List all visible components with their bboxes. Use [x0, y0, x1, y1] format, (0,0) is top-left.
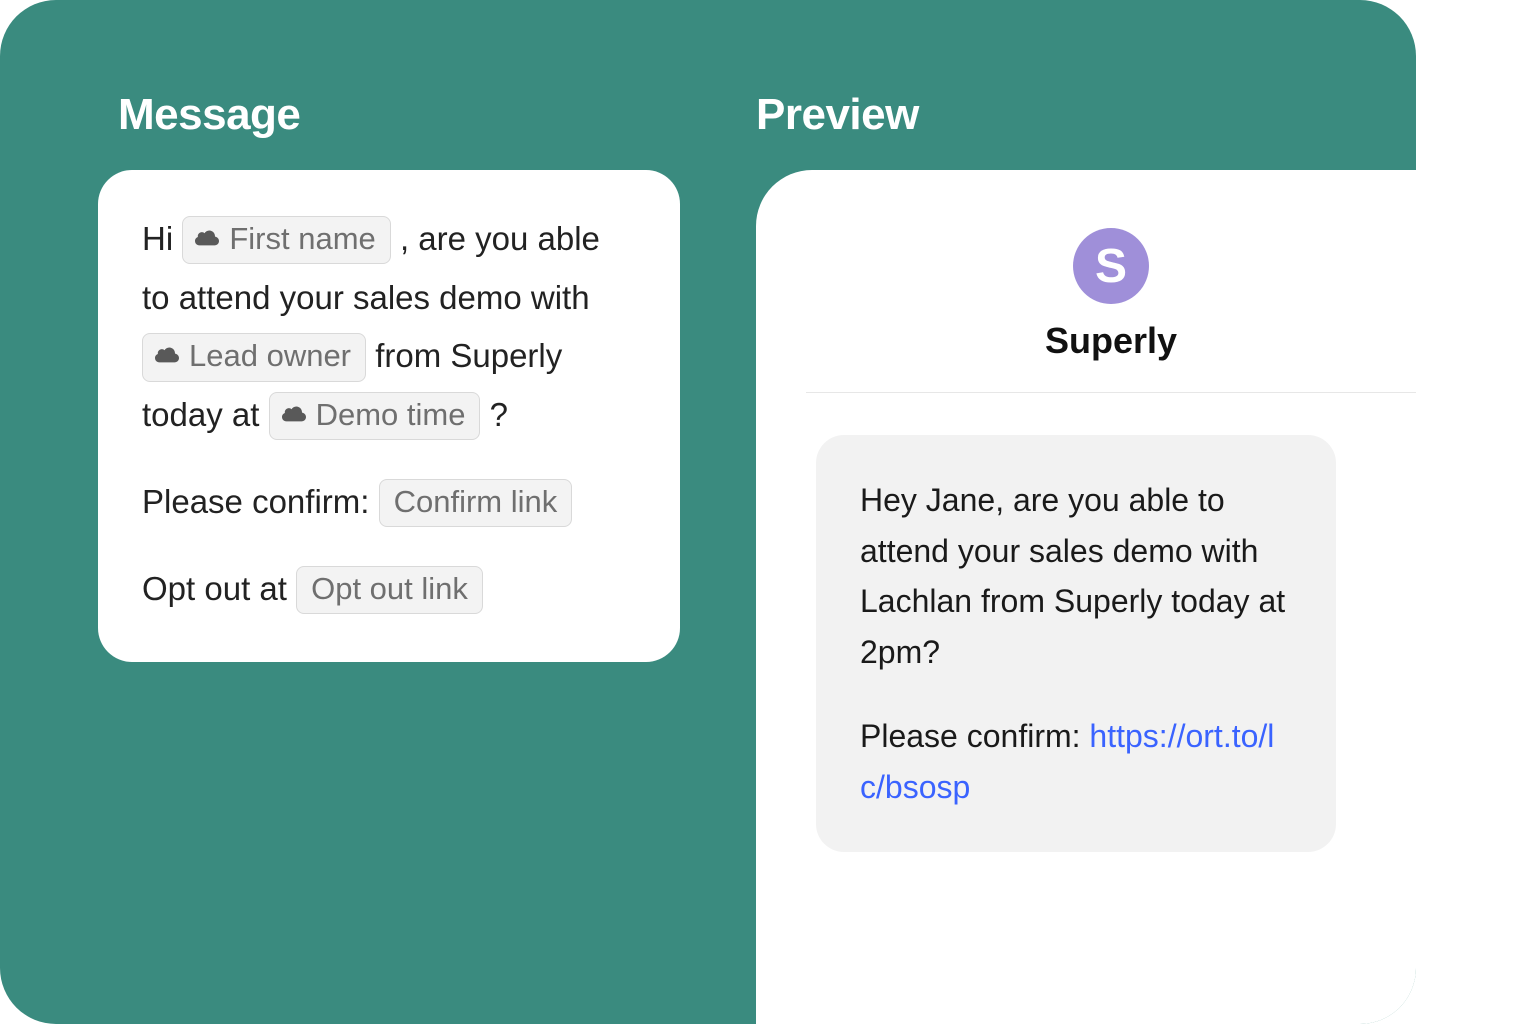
merge-field-confirm-link[interactable]: Confirm link — [379, 479, 573, 527]
merge-field-label: Demo time — [316, 395, 466, 435]
message-text: Please confirm: — [142, 483, 379, 520]
preview-body-paragraph: Hey Jane, are you able to attend your sa… — [860, 475, 1292, 677]
card-background: Message Preview Hi First name , are you … — [0, 0, 1416, 1024]
message-confirm-line: Please confirm: Confirm link — [142, 473, 636, 532]
preview-body-paragraph: Please confirm: https://ort.to/lc/bsosp — [860, 711, 1292, 812]
sender-name: Superly — [816, 320, 1406, 362]
merge-field-first-name[interactable]: First name — [182, 216, 390, 264]
salesforce-cloud-icon — [155, 346, 181, 366]
merge-field-lead-owner[interactable]: Lead owner — [142, 333, 366, 381]
message-body-line: Hi First name , are you able to attend y… — [142, 210, 636, 445]
merge-field-label: First name — [229, 219, 375, 259]
message-optout-line: Opt out at Opt out link — [142, 560, 636, 619]
merge-field-optout-link[interactable]: Opt out link — [296, 566, 483, 614]
preview-header: S Superly — [816, 228, 1406, 362]
sender-avatar: S — [1073, 228, 1149, 304]
preview-text: Please confirm: — [860, 718, 1089, 754]
message-text: Hi — [142, 220, 182, 257]
message-composer-card[interactable]: Hi First name , are you able to attend y… — [98, 170, 680, 662]
merge-field-demo-time[interactable]: Demo time — [269, 392, 481, 440]
message-section-title: Message — [118, 90, 300, 140]
preview-card: S Superly Hey Jane, are you able to atte… — [756, 170, 1416, 1024]
salesforce-cloud-icon — [195, 229, 221, 249]
message-text: ? — [490, 396, 508, 433]
divider — [806, 392, 1416, 393]
sms-preview-bubble: Hey Jane, are you able to attend your sa… — [816, 435, 1336, 852]
preview-section-title: Preview — [756, 90, 919, 140]
salesforce-cloud-icon — [282, 405, 308, 425]
merge-field-label: Lead owner — [189, 336, 351, 376]
message-text: Opt out at — [142, 570, 296, 607]
merge-field-label: Confirm link — [394, 482, 558, 522]
merge-field-label: Opt out link — [311, 569, 468, 609]
